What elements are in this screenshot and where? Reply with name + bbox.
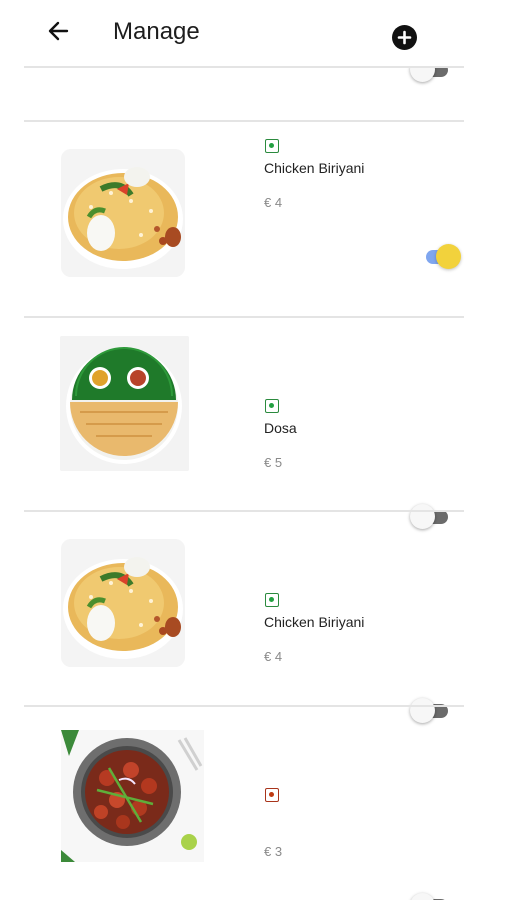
manage-screen: Manage Chicken Biriyani € 4 Dosa € 5 Chi… (0, 0, 506, 900)
arrow-left-icon (48, 21, 69, 41)
list-item[interactable]: Chicken Biriyani € 4 (0, 121, 506, 316)
list-item[interactable]: Chicken Biriyani € 4 (0, 511, 506, 723)
item-name: Dosa (264, 420, 297, 436)
availability-toggle-partial[interactable] (410, 66, 452, 84)
plus-circle-icon (397, 30, 412, 45)
list-item[interactable]: Dosa € 5 (0, 317, 506, 529)
veg-indicator-icon (265, 593, 279, 607)
item-image-biryani (61, 149, 185, 277)
item-image-biryani (61, 539, 185, 667)
item-image-chilli-chicken (61, 730, 204, 862)
non-veg-indicator-icon (265, 788, 279, 802)
back-button[interactable] (44, 16, 74, 46)
list-item[interactable]: € 3 (0, 706, 506, 900)
list-divider (24, 66, 464, 68)
add-item-button[interactable] (392, 25, 417, 50)
item-price: € 4 (264, 649, 283, 664)
app-bar: Manage (0, 0, 506, 66)
veg-indicator-icon (265, 399, 279, 413)
item-price: € 5 (264, 455, 283, 470)
availability-toggle[interactable] (420, 243, 462, 271)
menu-item-list[interactable]: Chicken Biriyani € 4 Dosa € 5 Chicken Bi… (0, 66, 506, 900)
item-image-dosa (60, 336, 189, 471)
item-name: Chicken Biriyani (264, 160, 365, 176)
item-price: € 4 (264, 195, 283, 210)
item-name: Chicken Biriyani (264, 614, 365, 630)
availability-toggle[interactable] (410, 892, 452, 900)
veg-indicator-icon (265, 139, 279, 153)
item-price: € 3 (264, 844, 283, 859)
page-title: Manage (113, 18, 200, 45)
